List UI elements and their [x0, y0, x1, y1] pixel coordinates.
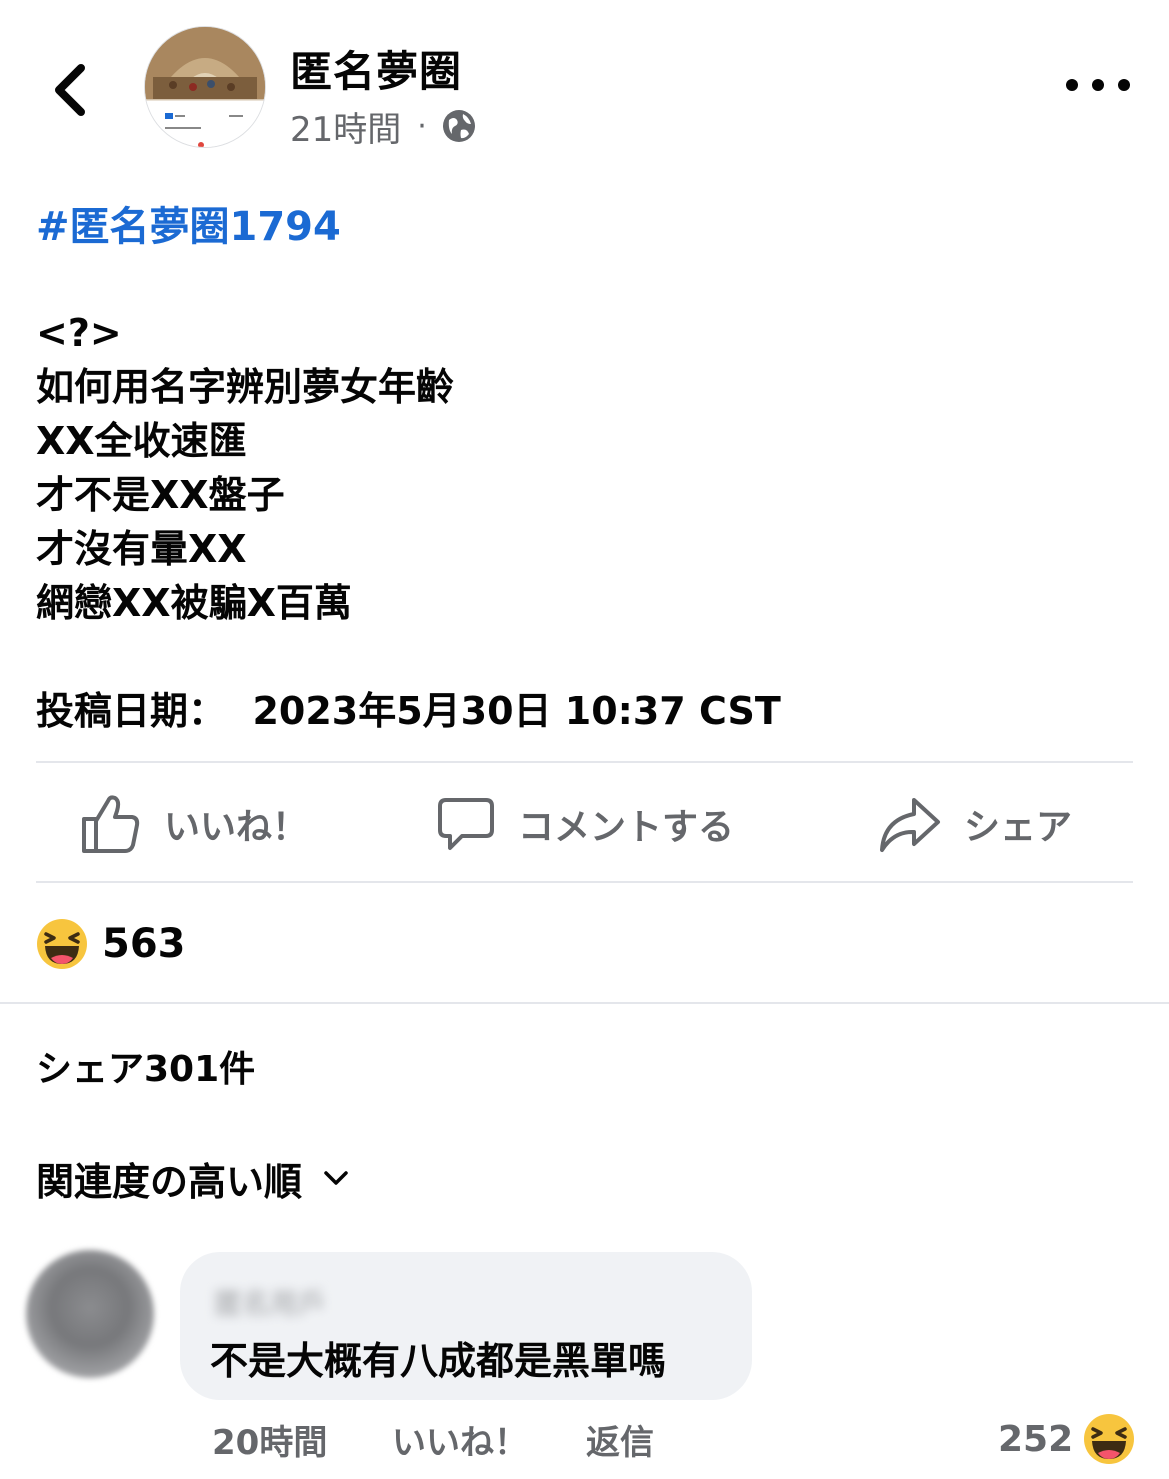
more-dot: [1092, 79, 1104, 91]
comment-label: コメントする: [518, 807, 735, 848]
reaction-summary[interactable]: 563: [36, 918, 186, 970]
comment-like-button[interactable]: いいね！: [392, 1416, 528, 1463]
comment-reaction-summary[interactable]: 252: [998, 1414, 1135, 1464]
post-line: 如何用名字辨別夢女年齡: [36, 365, 455, 409]
commenter-avatar[interactable]: [26, 1250, 154, 1378]
page-name[interactable]: 匿名夢圈: [290, 38, 462, 99]
post-meta: 21時間 ·: [290, 102, 477, 151]
share-count[interactable]: シェア301件: [36, 1040, 255, 1092]
post-text: <?> 如何用名字辨別夢女年齡 XX全收速匯 才不是XX盤子 才沒有暈XX 網戀…: [36, 306, 454, 630]
page-avatar[interactable]: [144, 26, 266, 148]
comment-button[interactable]: コメントする: [436, 786, 734, 862]
meta-separator: ·: [417, 108, 427, 144]
comment-author[interactable]: 匿名用戶: [214, 1282, 326, 1322]
share-arrow-icon: [880, 798, 940, 852]
post-line: <?>: [36, 311, 122, 355]
comment-time[interactable]: 20時間: [212, 1416, 327, 1463]
post-time[interactable]: 21時間: [290, 102, 401, 151]
like-button[interactable]: いいね！: [80, 786, 308, 862]
thumbs-up-icon: [82, 795, 140, 853]
comment-text: 不是大概有八成都是黑單嗎: [210, 1339, 667, 1383]
comment-reaction-count: 252: [998, 1418, 1074, 1460]
post-line: 才不是XX盤子: [36, 473, 285, 517]
comment-sort-dropdown[interactable]: 関連度の高い順: [36, 1150, 350, 1206]
divider: [36, 881, 1133, 883]
more-dot: [1066, 79, 1078, 91]
post-line: XX全收速匯: [36, 419, 247, 463]
more-options-button[interactable]: [1066, 70, 1130, 100]
share-button[interactable]: シェア: [878, 786, 1072, 862]
chevron-left-icon: [55, 64, 85, 116]
like-label: いいね！: [164, 807, 309, 848]
speech-bubble-icon: [438, 798, 494, 850]
more-dot: [1118, 79, 1130, 91]
reaction-count: 563: [102, 921, 186, 967]
share-label: シェア: [964, 807, 1073, 848]
back-button[interactable]: [36, 50, 106, 130]
divider: [36, 761, 1133, 763]
sort-label: 関連度の高い順: [36, 1159, 303, 1204]
chevron-down-icon: [324, 1171, 348, 1185]
globe-icon: [442, 110, 475, 142]
avatar-image: [145, 27, 265, 147]
post-line: 網戀XX被騙X百萬: [36, 581, 352, 625]
post-line: 才沒有暈XX: [36, 527, 247, 571]
comment-reply-button[interactable]: 返信: [586, 1416, 654, 1463]
post-hashtag[interactable]: #匿名夢圈1794: [36, 194, 341, 252]
post-submission-date: 投稿日期： 2023年5月30日 10:37 CST: [36, 689, 781, 733]
section-divider: [0, 1002, 1169, 1004]
laughing-emoji-icon: [1084, 1414, 1135, 1464]
laughing-emoji-icon: [37, 919, 87, 969]
